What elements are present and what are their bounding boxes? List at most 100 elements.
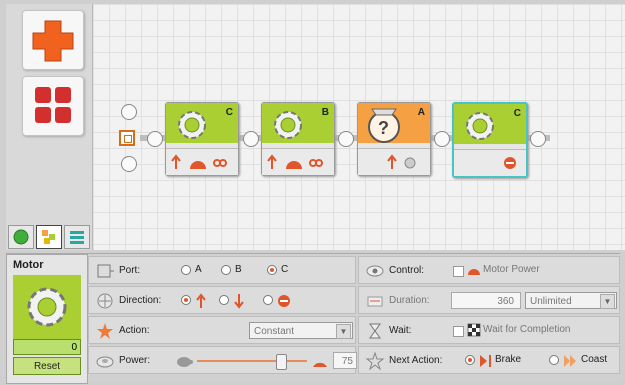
question-icon: ?	[368, 108, 400, 143]
tab-complete[interactable]	[36, 225, 62, 249]
action-value: Constant	[254, 326, 295, 337]
block-port-label: A	[417, 107, 425, 118]
eye-icon	[366, 265, 384, 277]
wait-checkbox[interactable]	[453, 326, 464, 337]
coast-label: Coast	[581, 354, 608, 365]
next-action-row: Next Action: Brake Coast	[358, 346, 620, 374]
wait-sensor-block[interactable]: A ?	[357, 102, 431, 176]
port-b-radio[interactable]	[221, 265, 231, 275]
port-a-radio[interactable]	[181, 265, 191, 275]
port-a-label: A	[195, 264, 202, 275]
list-icon	[70, 231, 84, 244]
hourglass-icon	[369, 323, 381, 339]
port-label: Port:	[119, 265, 141, 276]
brake-label: Brake	[495, 354, 522, 365]
port-c-radio[interactable]	[267, 265, 277, 275]
power-slider-thumb[interactable]	[275, 354, 287, 370]
svg-text:?: ?	[378, 118, 389, 138]
port-c-label: C	[281, 264, 289, 275]
block-port-label: B	[321, 107, 329, 118]
port-row: Port: A B C	[88, 256, 356, 284]
duration-icon	[367, 296, 383, 307]
config-panel: Motor 0 Reset Port: A B C Direction: Act…	[6, 253, 620, 384]
beam-connector	[147, 131, 163, 147]
duration-row: Duration: 360 Unlimited ▼	[358, 286, 620, 314]
block-settings-icons	[267, 154, 324, 169]
motor-image	[13, 275, 81, 339]
port-icon	[97, 264, 114, 278]
feedback-value: 0	[13, 339, 81, 355]
control-checkbox[interactable]	[453, 266, 464, 277]
plus-icon	[32, 20, 74, 62]
beam-connector	[530, 131, 546, 147]
duration-unit-dropdown[interactable]: Unlimited ▼	[525, 292, 617, 309]
common-palette-button[interactable]	[22, 10, 84, 70]
gear-icon	[274, 111, 302, 139]
beam-connector	[243, 131, 259, 147]
next-action-icon	[365, 351, 385, 371]
port-b-label: B	[235, 264, 242, 275]
block-settings-icons	[387, 154, 416, 169]
circle-icon	[13, 229, 29, 245]
coast-icon	[564, 355, 576, 367]
motor-block-selected[interactable]: C	[452, 102, 528, 178]
turtle-icon	[177, 357, 193, 367]
control-label: Control:	[389, 265, 425, 276]
duration-value: 360	[497, 296, 514, 307]
power-label: Power:	[119, 355, 151, 366]
arrow-down-icon	[234, 294, 244, 309]
direction-forward-radio[interactable]	[181, 295, 191, 305]
tab-common[interactable]	[8, 225, 34, 249]
app-window: C B A ? C Motor 0 Reset Port: A B C Dire…	[0, 0, 625, 385]
arrow-up-icon	[196, 293, 206, 308]
reset-button[interactable]: Reset	[13, 357, 81, 375]
brake-radio[interactable]	[465, 355, 475, 365]
action-row: Action: Constant ▼	[88, 316, 356, 344]
coast-radio[interactable]	[549, 355, 559, 365]
brake-icon	[480, 355, 491, 367]
block-port-label: C	[513, 108, 521, 119]
direction-label: Direction:	[119, 295, 162, 306]
block-port-label: C	[225, 107, 233, 118]
wait-option-label: Wait for Completion	[483, 324, 571, 335]
direction-row: Direction:	[88, 286, 356, 314]
action-dropdown[interactable]: Constant ▼	[249, 322, 353, 339]
power-value-field[interactable]: 75	[333, 352, 357, 369]
power-row: Power: 75	[88, 346, 357, 374]
direction-stop-radio[interactable]	[263, 295, 273, 305]
motor-power-icon	[468, 269, 480, 275]
motor-block[interactable]: B	[261, 102, 335, 176]
motor-block[interactable]: C	[165, 102, 239, 176]
hare-icon	[313, 362, 327, 367]
blocks-icon	[42, 230, 55, 244]
wait-label: Wait:	[389, 325, 412, 336]
power-slider-track[interactable]	[197, 360, 307, 362]
control-row: Control: Motor Power	[358, 256, 620, 284]
duration-field[interactable]: 360	[451, 292, 521, 309]
wait-row: Wait: Wait for Completion	[358, 316, 620, 344]
gear-icon	[178, 111, 206, 139]
chevron-down-icon: ▼	[600, 294, 615, 309]
block-summary-card: Motor 0 Reset	[6, 254, 88, 384]
tab-custom[interactable]	[64, 225, 90, 249]
power-value: 75	[341, 356, 353, 367]
start-connector-bottom[interactable]	[121, 156, 137, 172]
duration-label: Duration:	[389, 295, 430, 306]
start-connector-top[interactable]	[121, 104, 137, 120]
start-icon[interactable]	[119, 130, 135, 146]
gear-icon	[27, 287, 67, 327]
block-settings-icons	[504, 157, 516, 169]
action-icon	[97, 323, 113, 339]
power-icon	[96, 356, 114, 368]
direction-backward-radio[interactable]	[219, 295, 229, 305]
next-action-label: Next Action:	[389, 355, 443, 366]
palette-tabs	[6, 224, 94, 250]
block-palette	[6, 4, 92, 250]
block-title: Motor	[13, 259, 44, 271]
beam-connector	[434, 131, 450, 147]
complete-palette-button[interactable]	[22, 76, 84, 136]
block-settings-icons	[171, 154, 228, 169]
program-start	[118, 104, 140, 172]
checkered-flag-icon	[467, 323, 481, 337]
chevron-down-icon: ▼	[336, 324, 351, 339]
